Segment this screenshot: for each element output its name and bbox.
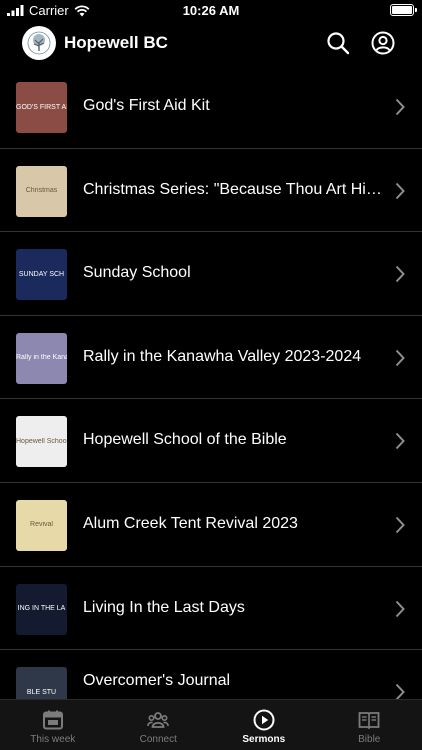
sermon-row[interactable]: GOD'S FIRST AID KIT God's First Aid Kit	[0, 65, 422, 149]
search-icon[interactable]	[326, 31, 350, 55]
sermon-row[interactable]: Rally in the Kanawha Valley Rally in the …	[0, 316, 422, 400]
sermon-thumbnail: Rally in the Kanawha Valley	[16, 332, 67, 384]
tab-bar: This week Connect Sermons Bible	[0, 699, 422, 750]
tab-label: Bible	[358, 734, 381, 745]
tab-bible[interactable]: Bible	[317, 700, 422, 750]
app-title: Hopewell BC	[64, 33, 168, 52]
tab-this-week[interactable]: This week	[0, 700, 106, 750]
chevron-right-icon	[395, 182, 405, 199]
sermon-title: Christmas Series: "Because Thou Art High…	[83, 180, 383, 198]
status-time: 10:26 AM	[182, 3, 240, 18]
sermon-row[interactable]: Revival Alum Creek Tent Revival 2023	[0, 483, 422, 567]
battery-icon	[390, 4, 417, 16]
tab-label: Connect	[139, 734, 177, 745]
thumbnail-text: Hopewell School of the B	[16, 437, 67, 445]
sermon-thumbnail: GOD'S FIRST AID KIT	[16, 82, 67, 133]
thumbnail-text: Christmas	[25, 187, 58, 195]
church-logo[interactable]	[22, 26, 56, 60]
sermon-row[interactable]: SUNDAY SCH Sunday School	[0, 232, 422, 316]
sermon-thumbnail: Revival	[16, 499, 67, 551]
thumbnail-text: SUNDAY SCH	[18, 270, 65, 278]
chevron-right-icon	[395, 98, 405, 116]
sermon-list: GOD'S FIRST AID KIT God's First Aid Kit Ch…	[0, 65, 422, 734]
thumbnail-text: ING IN THE LA	[17, 605, 66, 613]
sermon-thumbnail: SUNDAY SCH	[16, 249, 67, 301]
sermon-thumbnail: Christmas	[16, 165, 67, 217]
chevron-right-icon	[395, 600, 405, 617]
sermon-thumbnail: ING IN THE LA	[16, 583, 67, 635]
open-book-icon	[358, 712, 380, 730]
sermon-title: Sunday School	[83, 264, 191, 282]
status-bar: Carrier 10:26 AM	[0, 0, 422, 22]
calendar-icon	[42, 710, 63, 730]
sermon-row[interactable]: Christmas Christmas Series: "Because Thou…	[0, 149, 422, 233]
sermon-row[interactable]: Hopewell School of the B Hopewell School …	[0, 399, 422, 483]
chevron-right-icon	[395, 516, 405, 534]
sermon-title: God's First Aid Kit	[83, 97, 210, 114]
tab-connect[interactable]: Connect	[106, 700, 212, 750]
tab-label: Sermons	[242, 734, 286, 745]
sermon-title: Living In the Last Days	[83, 598, 245, 616]
sermon-row[interactable]: ING IN THE LA Living In the Last Days	[0, 567, 422, 651]
app-header: Hopewell BC	[0, 22, 422, 64]
tab-sermons[interactable]: Sermons	[211, 700, 317, 750]
chevron-right-icon	[395, 266, 405, 283]
sermon-thumbnail: Hopewell School of the B	[16, 416, 67, 468]
chevron-right-icon	[395, 433, 405, 450]
thumbnail-text: BLE STU	[26, 688, 57, 696]
play-circle-icon	[253, 709, 275, 731]
thumbnail-text: GOD'S FIRST AID KIT	[16, 103, 67, 111]
sermon-title: Overcomer's Journal	[83, 672, 231, 690]
tree-logo-icon	[27, 31, 51, 55]
chevron-right-icon	[395, 349, 405, 366]
tab-label: This week	[30, 734, 76, 745]
sermon-title: Hopewell School of the Bible	[83, 431, 287, 449]
profile-icon[interactable]	[371, 31, 395, 55]
people-icon	[147, 712, 170, 728]
sermon-title: Rally in the Kanawha Valley 2023-2024	[83, 347, 362, 365]
sermon-title: Alum Creek Tent Revival 2023	[83, 514, 298, 532]
thumbnail-text: Revival	[30, 521, 53, 529]
thumbnail-text: Rally in the Kanawha Valley	[16, 354, 67, 362]
